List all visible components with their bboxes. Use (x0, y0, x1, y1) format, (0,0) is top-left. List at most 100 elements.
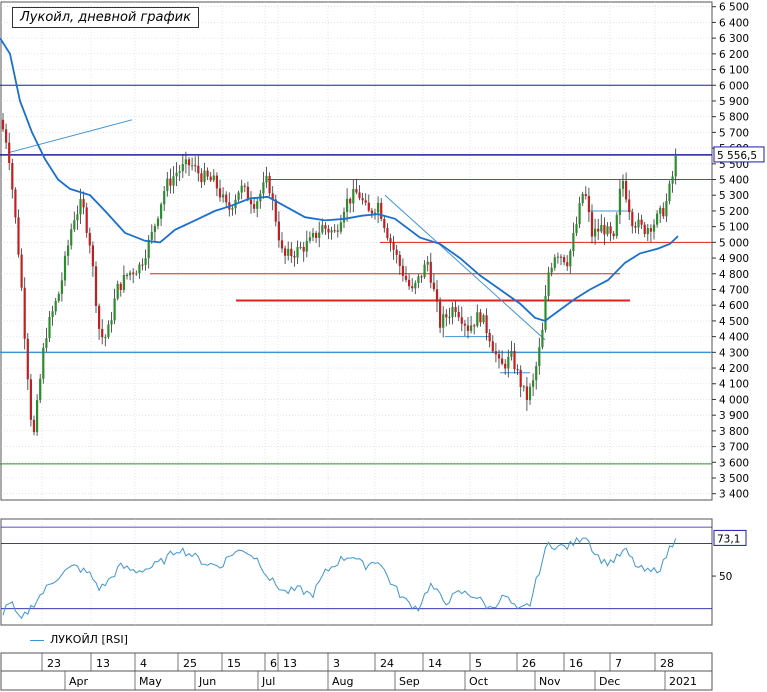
candle-up (79, 199, 82, 215)
candle-up (166, 178, 169, 192)
rsi-legend: ЛУКОЙЛ [RSI] (30, 633, 128, 646)
candle-up (231, 208, 234, 210)
candle-up (532, 380, 535, 387)
price-panel: 3 400 3 500 3 600 3 700 3 800 3 900 4 000 4 100… (0, 1, 765, 501)
candle-up (184, 159, 187, 165)
candle-down (94, 266, 98, 306)
candle-down (293, 256, 296, 258)
date-axis: 23 13 4 25 15 6 13 3 24 14 5 26 16 7 28 Apr May Jun Jul Aug… (0, 652, 713, 691)
price-tick-label: 4 400 (719, 332, 749, 344)
candle-down (249, 199, 253, 205)
candle-down (389, 238, 392, 243)
candle-down (513, 350, 516, 370)
candle-down (132, 272, 135, 275)
candle-up (311, 232, 315, 238)
price-tick-label: 4 700 (719, 284, 749, 296)
candle-down (429, 261, 432, 283)
candle-down (408, 279, 411, 287)
candle-down (88, 232, 91, 246)
candle-down (597, 228, 600, 232)
candle-up (57, 293, 60, 301)
candle-up (191, 165, 194, 167)
candle-up (318, 232, 321, 238)
candle-up (265, 175, 268, 183)
candle-up (70, 229, 73, 246)
date-month-label: Dec (599, 675, 620, 688)
price-tick-label: 4 900 (719, 253, 749, 265)
price-tick-label: 6 400 (719, 17, 749, 29)
date-month-label: Jun (198, 675, 216, 688)
candle-down (187, 159, 191, 166)
candle-up (287, 248, 290, 256)
candle-down (14, 189, 17, 218)
price-tick-label: 5 700 (719, 127, 749, 139)
candle-down (485, 315, 488, 334)
candle-down (370, 210, 373, 214)
candle-down (473, 325, 476, 327)
candle-down (11, 163, 14, 190)
candle-up (423, 264, 426, 278)
candle-up (352, 189, 355, 204)
candle-down (327, 228, 330, 233)
candle-up (342, 211, 346, 223)
candle-down (367, 202, 370, 211)
candle-down (284, 248, 287, 256)
candle-down (274, 199, 277, 222)
candle-down (194, 165, 197, 167)
date-month-label: 2021 (669, 675, 697, 688)
candle-down (141, 264, 144, 266)
candle-down (519, 369, 522, 387)
candle-up (299, 246, 302, 248)
candle-up (538, 347, 541, 367)
candle-up (222, 194, 225, 198)
candle-up (482, 315, 485, 323)
candle-up (36, 400, 39, 433)
candle-down (200, 173, 203, 183)
candle-up (615, 215, 618, 237)
candle-up (163, 191, 166, 205)
candle-down (8, 142, 11, 164)
candle-up (535, 366, 538, 381)
candle-down (324, 225, 327, 229)
price-tick-label: 5 100 (719, 222, 749, 234)
candle-down (649, 228, 652, 232)
candle-up (659, 207, 662, 214)
candle-down (29, 379, 32, 420)
candle-up (156, 218, 160, 226)
candle-up (175, 172, 178, 177)
candle-down (494, 351, 497, 355)
candle-down (355, 189, 358, 193)
price-plot-frame (0, 1, 713, 501)
candle-up (417, 276, 420, 283)
candle-up (448, 316, 451, 318)
candle-down (206, 170, 209, 177)
candle-up (67, 245, 70, 256)
candle-down (290, 248, 293, 257)
candle-down (631, 212, 634, 227)
candle-up (76, 214, 79, 221)
candle-up (507, 356, 510, 369)
candle-down (454, 307, 457, 312)
date-month-label: Jul (261, 675, 275, 688)
candle-up (668, 183, 671, 202)
candle-down (479, 312, 482, 323)
candle-up (581, 193, 584, 204)
candle-down (628, 199, 631, 213)
date-month-label: Aug (332, 675, 353, 688)
candle-down (612, 233, 615, 237)
rsi-legend-swatch (30, 639, 44, 641)
candle-up (544, 295, 547, 330)
date-day-label: 24 (380, 657, 394, 670)
candle-up (569, 251, 572, 267)
candle-down (5, 129, 8, 143)
candle-down (640, 219, 643, 225)
candle-up (426, 261, 429, 265)
candle-up (113, 298, 116, 321)
candle-down (491, 341, 494, 352)
candle-down (380, 202, 383, 219)
candle-up (414, 282, 417, 289)
candle-down (91, 245, 94, 267)
candle-up (575, 224, 578, 234)
candle-up (339, 222, 342, 232)
candle-down (218, 188, 222, 198)
